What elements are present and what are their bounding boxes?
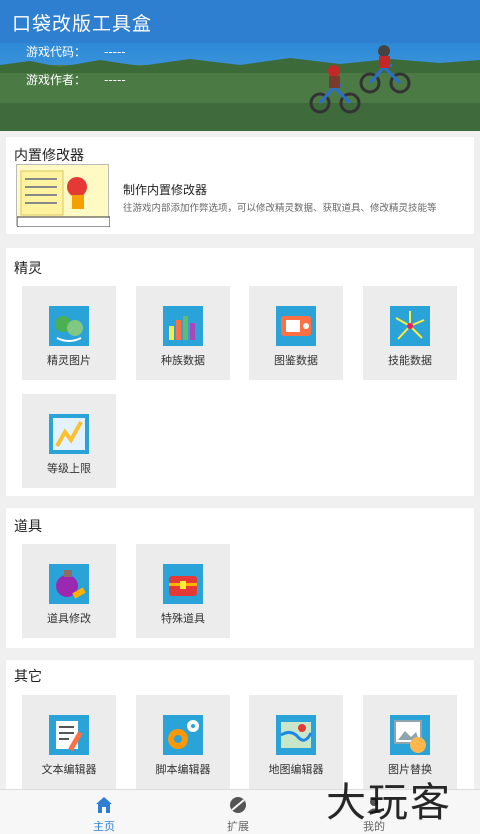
nav-home[interactable]: 主页 (44, 790, 164, 834)
game-banner: 游戏代码： ----- 游戏作者： ----- (0, 43, 480, 131)
tile-text-editor[interactable]: 文本编辑器 (22, 695, 116, 789)
level-cap-icon (49, 414, 89, 454)
items-section: 道具 道具修改 特殊道具 (6, 508, 474, 648)
tile-label: 图鉴数据 (274, 354, 318, 367)
text-edit-icon (49, 715, 89, 755)
game-code-row: 游戏代码： ----- (26, 43, 126, 60)
nav-extension[interactable]: 扩展 (178, 790, 298, 834)
potion-icon (49, 564, 89, 604)
app-bar: 口袋改版工具盒 (0, 0, 480, 43)
game-author-value: ----- (104, 73, 126, 87)
tile-skill-data[interactable]: 技能数据 (363, 286, 457, 380)
game-author-row: 游戏作者： ----- (26, 71, 126, 88)
pokedex-icon (276, 306, 316, 346)
tile-label: 精灵图片 (47, 354, 91, 367)
extension-icon (230, 797, 246, 813)
modifier-item-desc: 往游戏内部添加作弊选项，可以修改精灵数据、获取道具、修改精灵技能等 (123, 203, 437, 214)
tile-species-data[interactable]: 种族数据 (136, 286, 230, 380)
tile-pokedex-data[interactable]: 图鉴数据 (249, 286, 343, 380)
firework-icon (390, 306, 430, 346)
tile-label: 种族数据 (161, 354, 205, 367)
gears-icon (163, 715, 203, 755)
game-author-label: 游戏作者： (26, 73, 87, 87)
modifier-preview-image[interactable] (16, 164, 111, 228)
tile-item-modify[interactable]: 道具修改 (22, 544, 116, 638)
app-title: 口袋改版工具盒 (12, 13, 153, 35)
tile-label: 脚本编辑器 (155, 763, 211, 776)
section-title: 其它 (14, 669, 42, 685)
image-replace-icon (390, 715, 430, 755)
tile-sprite-image[interactable]: 精灵图片 (22, 286, 116, 380)
tile-label: 文本编辑器 (41, 763, 97, 776)
section-title: 精灵 (14, 261, 42, 277)
modifier-screenshot-icon (16, 170, 111, 228)
tile-label: 等级上限 (47, 462, 91, 475)
game-code-value: ----- (104, 45, 126, 59)
section-title: 道具 (14, 519, 42, 535)
sprite-section: 精灵 精灵图片 种族数据 图鉴数据 技能数据 等级上限 (6, 248, 474, 496)
section-title: 内置修改器 (14, 148, 84, 164)
tile-label: 技能数据 (388, 354, 432, 367)
modifier-item-title[interactable]: 制作内置修改器 (123, 181, 207, 198)
bar-chart-icon (163, 306, 203, 346)
game-code-label: 游戏代码： (26, 45, 87, 59)
map-icon (276, 715, 316, 755)
nav-label: 扩展 (227, 820, 249, 833)
tile-label: 特殊道具 (161, 612, 205, 625)
tile-label: 道具修改 (47, 612, 91, 625)
builtin-modifier-card: 内置修改器 制作内置修改器 往游戏内部添加作弊选项，可以修改精灵数据、获取道具、… (6, 137, 474, 234)
tile-script-editor[interactable]: 脚本编辑器 (136, 695, 230, 789)
tile-special-item[interactable]: 特殊道具 (136, 544, 230, 638)
nav-label: 主页 (93, 820, 115, 833)
tile-level-cap[interactable]: 等级上限 (22, 394, 116, 488)
treasure-chest-icon (163, 564, 203, 604)
sprite-image-icon (49, 306, 89, 346)
home-icon (96, 797, 112, 813)
watermark-logo: 大玩客 (326, 780, 452, 826)
